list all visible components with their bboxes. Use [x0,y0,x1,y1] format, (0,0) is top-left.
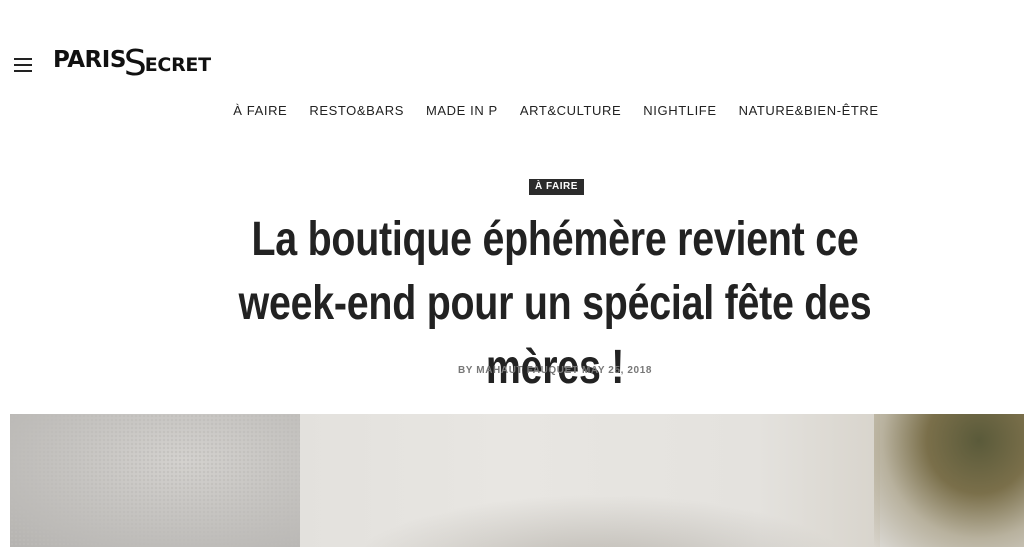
hero-image-sweater [10,414,300,547]
nav-item-resto-bars[interactable]: RESTO&BARS [309,102,404,120]
hamburger-line [14,58,32,60]
logo-text-paris: PARIS [53,47,126,73]
hero-image-foliage [874,414,1024,547]
logo-text-ecret: ECRET [144,54,211,76]
hamburger-menu-icon[interactable] [14,58,32,72]
page: PARIS S ECRET À FAIRE RESTO&BARS MADE IN… [0,0,1024,547]
site-logo[interactable]: PARIS S ECRET [53,42,211,86]
nav-item-nightlife[interactable]: NIGHTLIFE [643,102,716,120]
hamburger-line [14,70,32,72]
hero-image-shadow [340,494,860,547]
publish-date: MAY 25, 2018 [581,365,653,376]
nav-item-art-culture[interactable]: ART&CULTURE [520,102,621,120]
nav-item-a-faire[interactable]: À FAIRE [233,102,287,120]
hero-image [10,414,1024,547]
main-nav: À FAIRE RESTO&BARS MADE IN P ART&CULTURE… [0,102,1024,120]
nav-item-nature-bien-etre[interactable]: NATURE&BIEN-ÊTRE [739,102,879,120]
category-badge[interactable]: À FAIRE [529,179,584,195]
logo-text-s: S [123,43,147,84]
byline: BY MAHAUT FAUQUET MAY 25, 2018 [0,365,1024,376]
nav-item-made-in-p[interactable]: MADE IN P [426,102,498,120]
byline-prefix: BY [457,365,473,376]
hamburger-line [14,64,32,66]
author-link[interactable]: MAHAUT FAUQUET [476,365,578,376]
